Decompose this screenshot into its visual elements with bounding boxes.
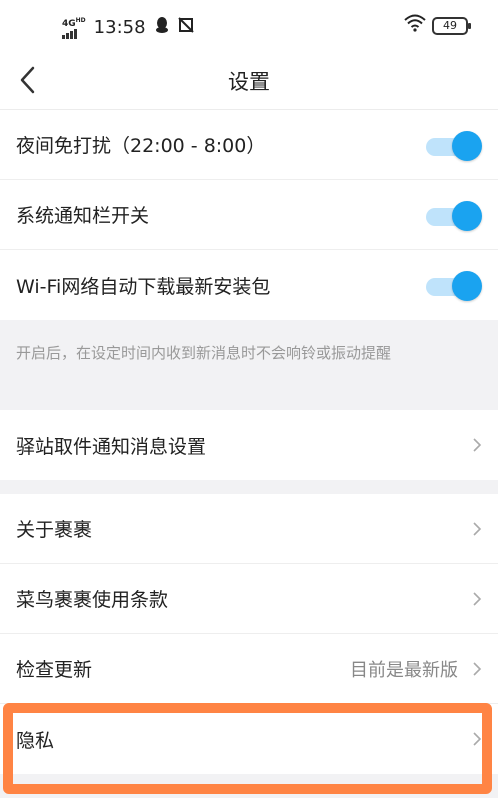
- chevron-right-icon: [473, 661, 482, 676]
- terms-row[interactable]: 菜鸟裹裹使用条款: [0, 564, 498, 634]
- toggle-section: 夜间免打扰（22:00 - 8:00） 系统通知栏开关 Wi-Fi网络自动下载最…: [0, 110, 498, 320]
- network-type: 4GHD: [62, 17, 86, 29]
- toggle-knob: [452, 271, 482, 301]
- toggle-row-wifi-download: Wi-Fi网络自动下载最新安装包: [0, 250, 498, 320]
- toggle-label: 系统通知栏开关: [16, 205, 150, 227]
- toggle-row-notification-bar: 系统通知栏开关: [0, 180, 498, 250]
- privacy-highlight-box: [3, 703, 492, 794]
- update-status: 目前是最新版: [350, 659, 458, 681]
- row-label: 检查更新: [16, 659, 93, 681]
- night-mode-toggle[interactable]: [426, 130, 482, 161]
- about-row[interactable]: 关于裹裹: [0, 494, 498, 564]
- hint-text: 开启后，在设定时间内收到新消息时不会响铃或振动提醒: [0, 320, 498, 410]
- battery-icon: 49: [432, 16, 471, 35]
- signal-icon: 4GHD: [62, 16, 86, 39]
- qq-icon: [154, 16, 170, 39]
- row-label: 关于裹裹: [16, 519, 93, 541]
- station-notification-row[interactable]: 驿站取件通知消息设置: [0, 410, 498, 480]
- battery-level: 49: [443, 19, 457, 32]
- section-gap: [0, 480, 498, 494]
- wifi-icon: [404, 14, 426, 37]
- row-label: 菜鸟裹裹使用条款: [16, 589, 169, 611]
- row-label: 驿站取件通知消息设置: [16, 435, 207, 458]
- chevron-right-icon: [473, 438, 482, 452]
- chevron-right-icon: [473, 521, 482, 536]
- check-update-row[interactable]: 检查更新 目前是最新版: [0, 634, 498, 704]
- toggle-knob: [452, 200, 482, 231]
- nav-bar: 设置: [0, 56, 498, 110]
- toggle-knob: [452, 130, 482, 161]
- notification-bar-toggle[interactable]: [426, 200, 482, 231]
- toggle-row-night-mode: 夜间免打扰（22:00 - 8:00）: [0, 110, 498, 180]
- status-time: 13:58: [93, 17, 146, 38]
- chevron-right-icon: [473, 591, 482, 606]
- top-area: 4GHD 13:58 49 设置: [0, 0, 498, 110]
- status-bar: 4GHD 13:58 49: [0, 0, 498, 56]
- toggle-label: 夜间免打扰（22:00 - 8:00）: [16, 135, 266, 157]
- toggle-label: Wi-Fi网络自动下载最新安装包: [16, 275, 271, 298]
- notification-blocked-icon: [177, 17, 194, 38]
- wifi-download-toggle[interactable]: [426, 271, 482, 301]
- status-left: 4GHD 13:58: [62, 16, 194, 39]
- page-title: 设置: [228, 70, 270, 94]
- status-right: 49: [404, 14, 471, 37]
